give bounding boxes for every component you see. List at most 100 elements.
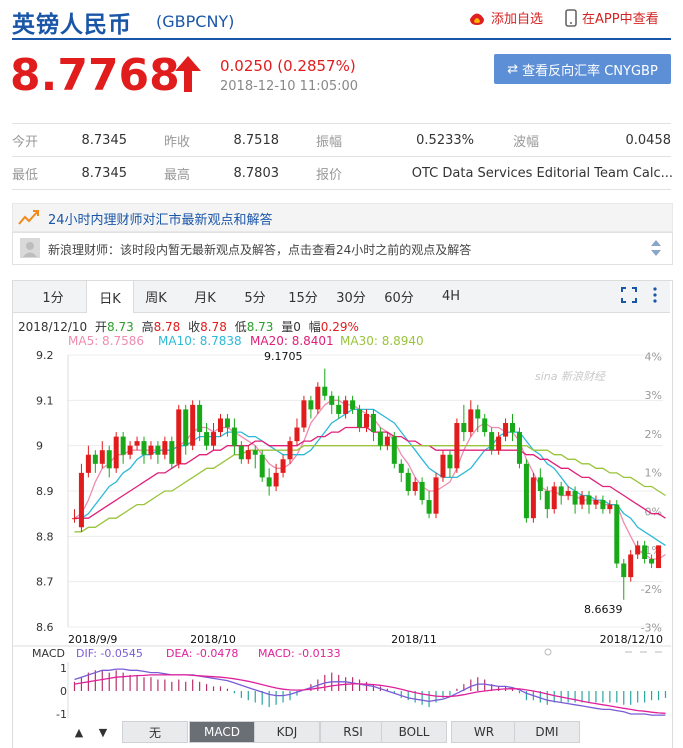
- candle-body: [586, 495, 592, 505]
- scroll-right-button[interactable]: ▼: [92, 721, 114, 743]
- chart-tab-5[interactable]: 15分: [283, 281, 323, 312]
- macd-tick-label: 0: [60, 685, 67, 698]
- chart-tab-0[interactable]: 1分: [33, 281, 73, 312]
- candle-body: [162, 441, 168, 455]
- macd-tick-label: -1: [56, 708, 67, 720]
- candle-body: [127, 445, 133, 455]
- stat-value: 8.7518: [233, 132, 280, 148]
- candle-body: [572, 491, 578, 505]
- candle-body: [204, 432, 210, 446]
- zoom-icon[interactable]: [544, 648, 662, 656]
- reverse-rate-button[interactable]: ⇄ 查看反向汇率 CNYGBP: [494, 54, 671, 84]
- add-favorite-button[interactable]: 添加自选: [468, 8, 543, 27]
- scroll-arrows-icon[interactable]: [650, 238, 662, 258]
- y-tick-label: 8.8: [36, 530, 54, 543]
- candle-body: [266, 477, 272, 487]
- candle-body: [614, 504, 620, 564]
- candle-body: [537, 477, 543, 491]
- candle-body: [217, 418, 223, 433]
- candle-body: [350, 400, 356, 410]
- candle-body: [92, 454, 98, 464]
- candle-body: [113, 436, 119, 469]
- candle-body: [398, 463, 404, 473]
- stat-value: 0.0458: [625, 132, 672, 148]
- y-tick-right-label: -2%: [641, 583, 662, 596]
- stat-value: 8.7345: [81, 165, 128, 181]
- chart-tab-4[interactable]: 5分: [235, 281, 275, 312]
- candle-body: [565, 491, 571, 496]
- candle-body: [377, 432, 383, 446]
- y-tick-label: 8.7: [36, 576, 54, 589]
- x-tick-label: 2018/9/9: [68, 633, 117, 646]
- candle-body: [447, 454, 453, 469]
- candle-body: [433, 477, 439, 514]
- indicator-tab-2[interactable]: KDJ: [254, 721, 320, 743]
- candle-body: [482, 418, 488, 433]
- candle-body: [71, 518, 77, 520]
- stat-cell: 振幅 0.5233%: [316, 131, 474, 150]
- candle-body: [593, 500, 599, 505]
- y-tick-label: 9.1: [36, 394, 54, 407]
- chart-tab-6[interactable]: 30分: [331, 281, 371, 312]
- candle-body: [600, 500, 606, 510]
- stat-value: OTC Data Services Editorial Team Calc...: [411, 165, 673, 181]
- candle-body: [579, 495, 585, 505]
- candle-body: [329, 395, 335, 405]
- scroll-left-button[interactable]: ▲: [68, 721, 90, 743]
- x-tick-label: 2018/12/10: [600, 633, 663, 646]
- ohlc-readout: 2018/12/10 开8.73 高8.78 收8.78 低8.73 量0 幅0…: [18, 320, 359, 334]
- candle-body: [461, 423, 467, 433]
- advisor-title-link[interactable]: 24小时内理财师对汇市最新观点和解答: [48, 209, 273, 228]
- chart-tab-2[interactable]: 周K: [136, 281, 176, 312]
- open-in-app-button[interactable]: 在APP中查看: [565, 8, 659, 27]
- more-menu-icon[interactable]: [651, 286, 659, 304]
- advisor-message[interactable]: 新浪理财师：该时段内暂无最新观点及解答，点击查看24小时之前的观点及解答: [48, 241, 471, 258]
- candle-body: [176, 409, 182, 464]
- candle-body: [259, 454, 265, 478]
- candle-body: [558, 486, 564, 496]
- reverse-rate-label: 查看反向汇率 CNYGBP: [522, 63, 658, 79]
- symbol-code: (GBPCNY): [156, 12, 235, 31]
- stat-label: 最低: [12, 167, 39, 183]
- indicator-tab-1[interactable]: MACD: [189, 721, 255, 743]
- chart-tab-3[interactable]: 月K: [185, 281, 225, 312]
- candle-body: [503, 423, 509, 437]
- candle-body: [315, 386, 321, 410]
- indicator-tab-3[interactable]: RSI: [320, 721, 386, 743]
- candle-body: [273, 472, 279, 487]
- chart-tab-8[interactable]: 4H: [431, 281, 471, 312]
- y-tick-right-label: 3%: [645, 389, 662, 402]
- candle-body: [294, 427, 300, 442]
- stat-value: 8.7803: [233, 165, 280, 181]
- candle-body: [454, 423, 460, 469]
- indicator-tab-0[interactable]: 无: [122, 721, 188, 743]
- candle-body: [440, 454, 446, 478]
- stat-cell: 最低 8.7345: [12, 164, 127, 183]
- indicator-tab-6[interactable]: DMI: [514, 721, 580, 743]
- stats-row: 今开 8.7345 昨收 8.7518 振幅 0.5233% 波幅 0.0458: [12, 124, 671, 157]
- phone-icon: [565, 8, 577, 27]
- y-tick-right-label: 1%: [645, 467, 662, 480]
- candle-body: [287, 441, 293, 460]
- stat-label: 昨收: [164, 134, 191, 150]
- candle-body: [197, 404, 203, 433]
- candle-body: [301, 400, 307, 428]
- ma-line-ma5: [74, 399, 666, 560]
- swap-icon: ⇄: [507, 61, 519, 77]
- chart-tab-1[interactable]: 日K: [86, 281, 134, 313]
- candle-body: [280, 459, 286, 473]
- chart-tab-7[interactable]: 60分: [379, 281, 419, 312]
- candle-body: [190, 404, 196, 446]
- fullscreen-icon[interactable]: [620, 286, 638, 304]
- candle-body: [384, 436, 390, 446]
- stat-cell: 最高 8.7803: [164, 164, 279, 183]
- indicator-tab-5[interactable]: WR: [451, 721, 517, 743]
- candle-body: [99, 450, 105, 464]
- candle-body: [405, 472, 411, 491]
- up-arrow-icon: [175, 56, 201, 92]
- indicator-tab-4[interactable]: BOLL: [381, 721, 447, 743]
- candle-body: [224, 418, 230, 428]
- y-tick-right-label: 0%: [645, 505, 662, 518]
- kline-chart[interactable]: 9.29.198.98.88.78.64%3%2%1%0%-1%-2%-3%si…: [0, 340, 683, 720]
- candle-body: [656, 545, 662, 569]
